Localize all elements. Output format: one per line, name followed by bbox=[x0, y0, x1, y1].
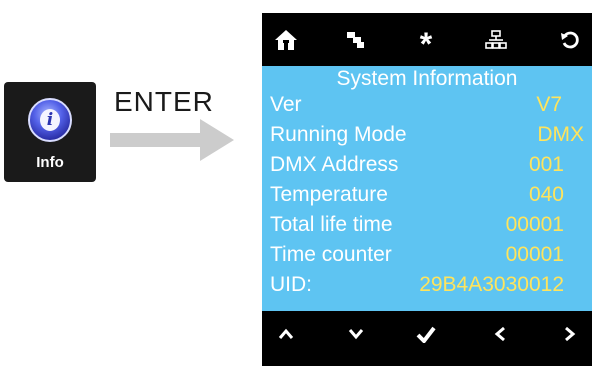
info-row-uid: UID: 29B4A3030012 bbox=[270, 273, 584, 301]
row-label: Running Mode bbox=[270, 123, 407, 146]
info-icon: i bbox=[28, 98, 72, 142]
panel-title: System Information bbox=[336, 67, 518, 90]
left-button[interactable] bbox=[482, 319, 518, 349]
info-row-temperature: Temperature 040 bbox=[270, 183, 584, 211]
row-value: DMX bbox=[537, 123, 584, 146]
asterisk-icon[interactable]: * bbox=[408, 25, 444, 60]
row-value: 040 bbox=[528, 183, 564, 206]
enter-label: ENTER bbox=[114, 86, 214, 117]
info-label: Info bbox=[36, 154, 64, 171]
home-icon[interactable] bbox=[268, 25, 304, 55]
info-row-total-life-time: Total life time 00001 bbox=[270, 213, 584, 241]
confirm-button[interactable] bbox=[408, 319, 444, 349]
info-glyph: i bbox=[40, 109, 60, 131]
row-label: Ver bbox=[270, 93, 302, 116]
row-value: V7 bbox=[536, 93, 562, 116]
system-info-panel: System Information Ver V7 Running Mode D… bbox=[262, 66, 592, 311]
row-value: 00001 bbox=[505, 243, 564, 266]
down-button[interactable] bbox=[338, 319, 374, 349]
bottom-navbar bbox=[262, 311, 592, 366]
row-value: 001 bbox=[528, 153, 564, 176]
asterisk-glyph: * bbox=[419, 26, 433, 62]
right-button[interactable] bbox=[552, 319, 588, 349]
info-row-dmx-address: DMX Address 001 bbox=[270, 153, 584, 181]
row-value: 00001 bbox=[505, 213, 564, 236]
right-arrow-icon bbox=[110, 119, 234, 161]
device-screen: * System Information Ver V7 Running Mode… bbox=[262, 13, 592, 366]
refresh-icon[interactable] bbox=[552, 25, 588, 55]
network-icon[interactable] bbox=[478, 25, 514, 55]
info-row-time-counter: Time counter 00001 bbox=[270, 243, 584, 271]
top-toolbar: * bbox=[262, 13, 592, 66]
row-label: Temperature bbox=[270, 183, 388, 206]
row-label: Total life time bbox=[270, 213, 393, 236]
layers-icon[interactable] bbox=[338, 25, 374, 55]
info-row-ver: Ver V7 bbox=[270, 93, 584, 121]
row-label: UID: bbox=[270, 273, 312, 296]
up-button[interactable] bbox=[268, 319, 304, 349]
row-label: Time counter bbox=[270, 243, 392, 266]
info-row-running-mode: Running Mode DMX bbox=[270, 123, 584, 151]
info-app-icon[interactable]: i Info bbox=[4, 82, 96, 182]
row-value: 29B4A3030012 bbox=[419, 273, 564, 296]
row-label: DMX Address bbox=[270, 153, 399, 176]
